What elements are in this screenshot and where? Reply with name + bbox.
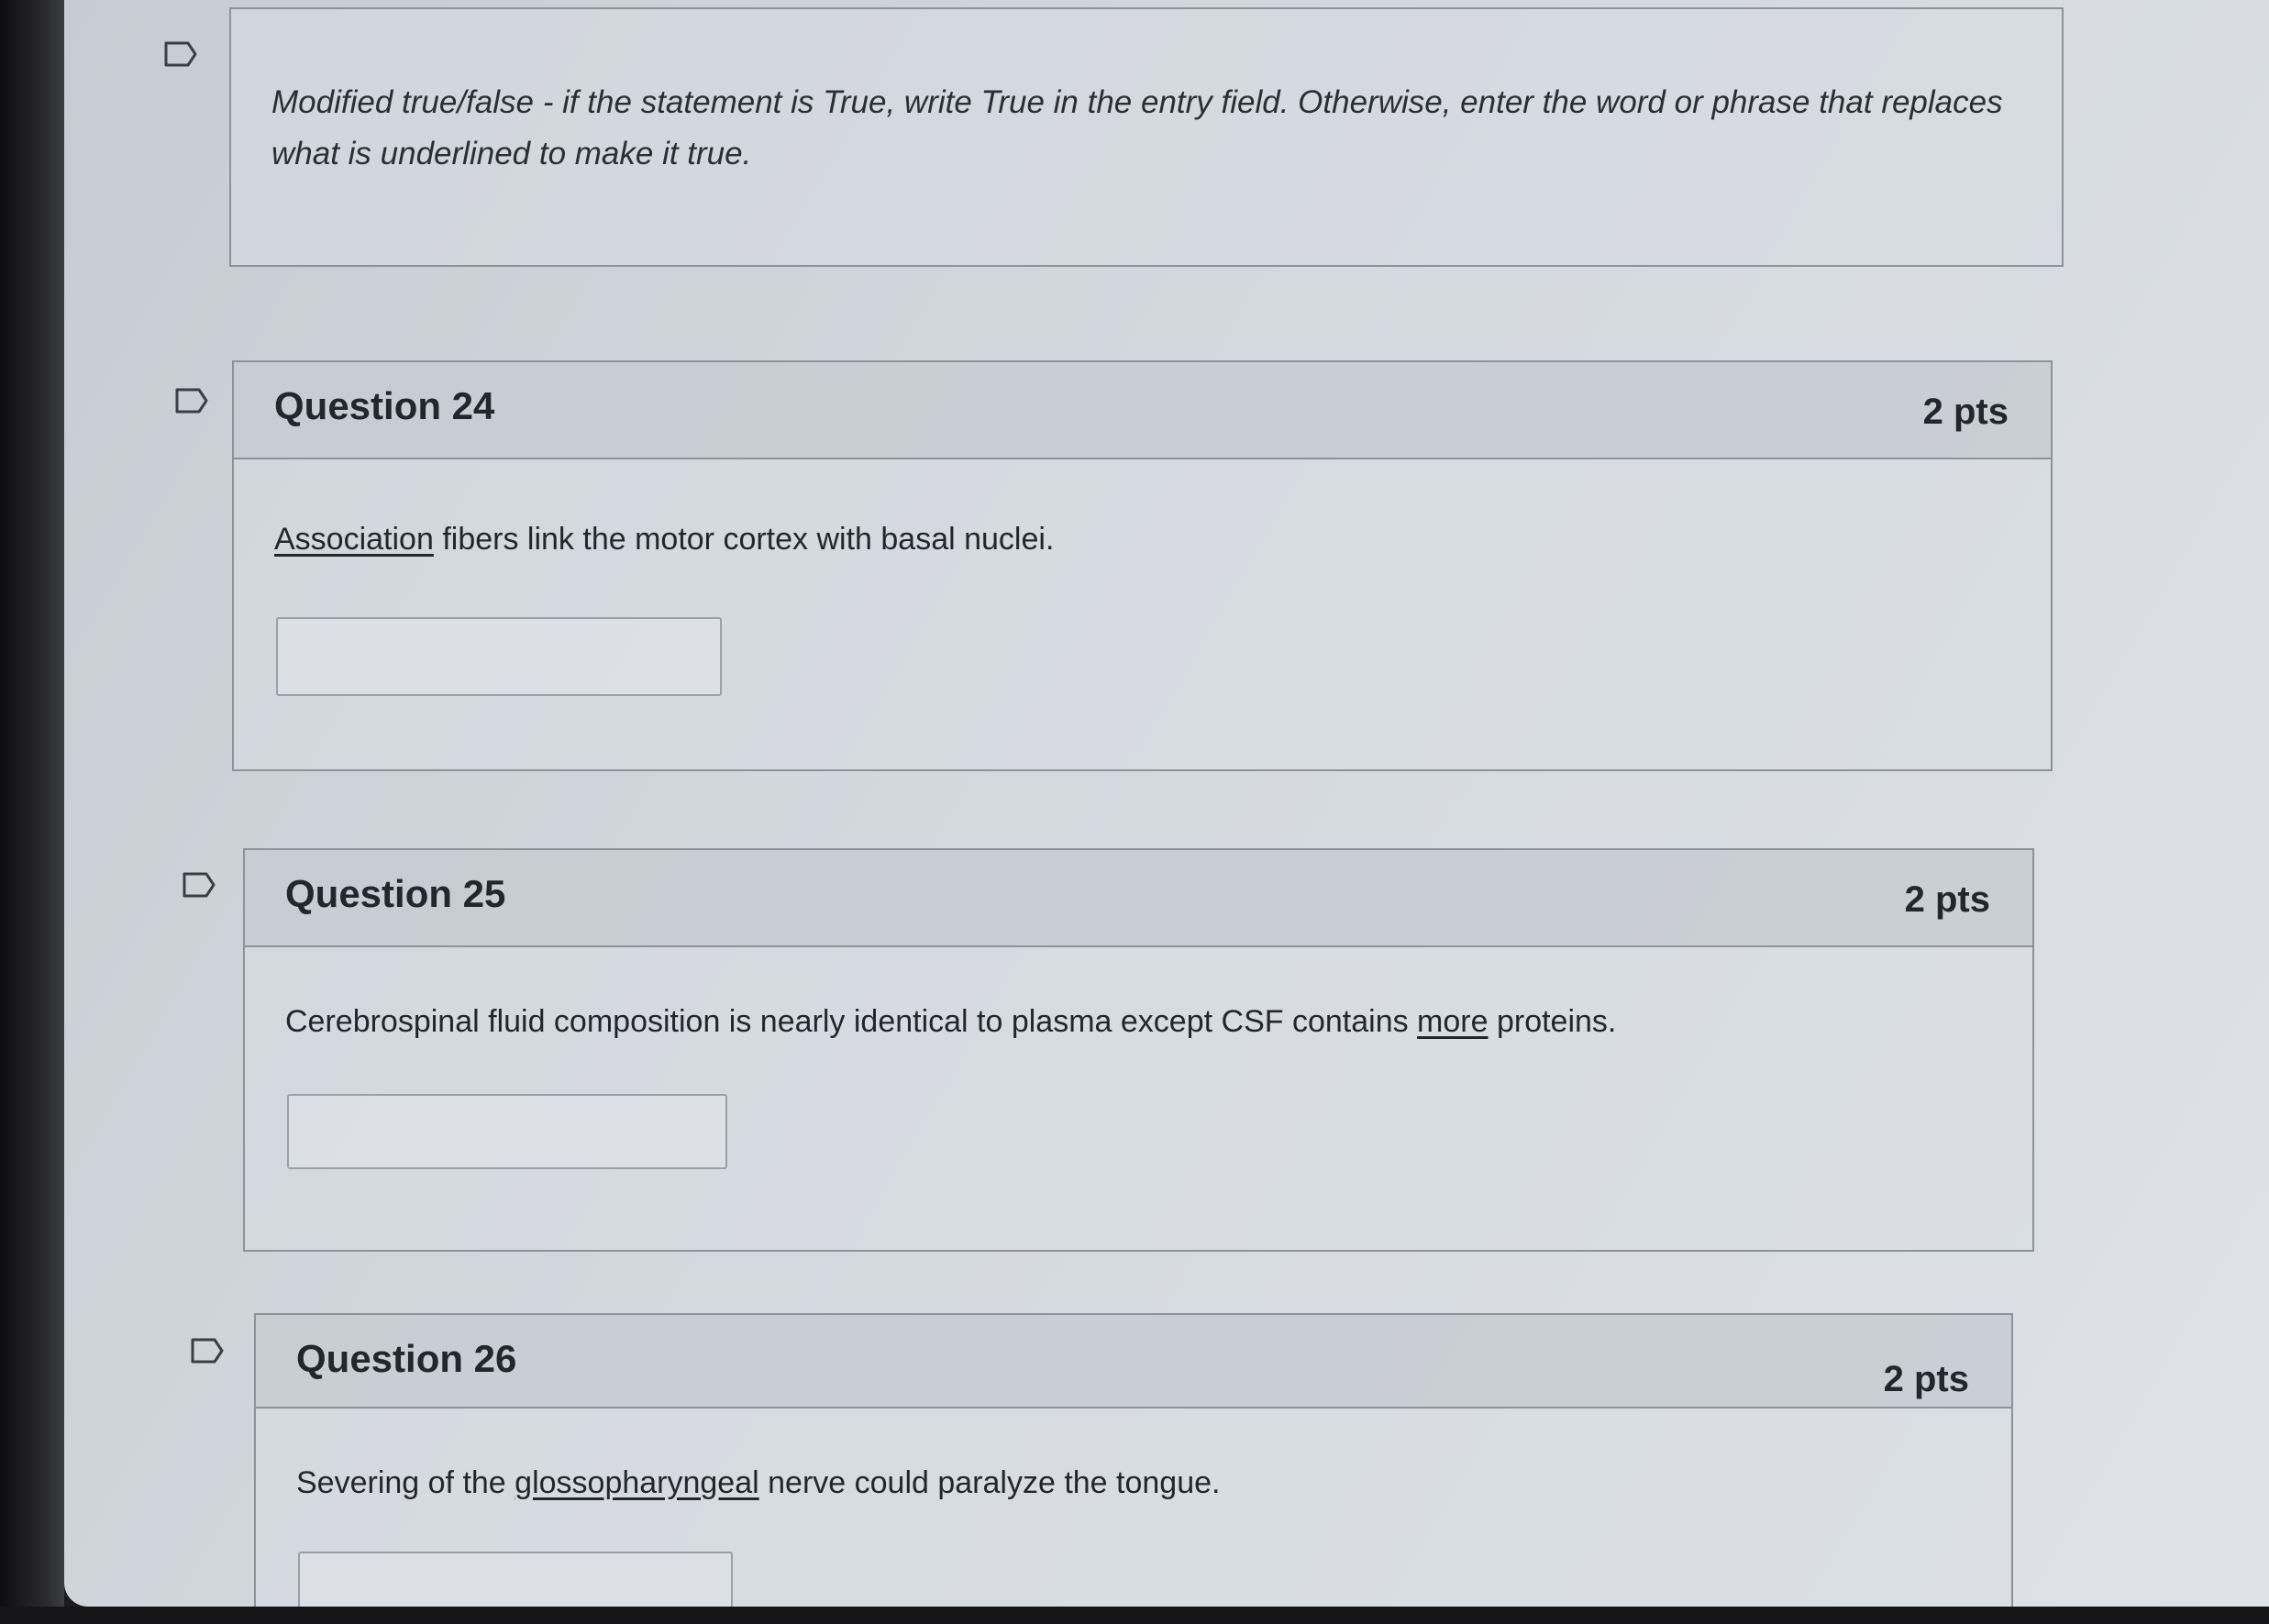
question-title: Question 25 <box>285 872 506 915</box>
statement-text: fibers link the motor cortex with basal … <box>433 522 1055 557</box>
statement-text: nerve could paralyze the tongue. <box>758 1465 1221 1500</box>
statement-text: Cerebrospinal fluid composition is nearl… <box>285 1004 1418 1039</box>
question-statement: Association fibers link the motor cortex… <box>274 522 1054 558</box>
question-header: Question 26 2 pts <box>256 1315 2011 1409</box>
device-bezel <box>0 0 64 1624</box>
question-card: Question 25 2 pts Cerebrospinal fluid co… <box>243 848 2034 1252</box>
question-statement: Cerebrospinal fluid composition is nearl… <box>285 1004 1616 1040</box>
question-title: Question 24 <box>274 384 495 427</box>
flag-question-icon[interactable] <box>182 871 216 899</box>
flag-question-icon[interactable] <box>190 1337 225 1364</box>
answer-input[interactable] <box>287 1094 727 1169</box>
question-header: Question 24 2 pts <box>234 362 2051 459</box>
underlined-term: Association <box>274 522 434 557</box>
question-points: 2 pts <box>1883 1359 1969 1399</box>
question-card: Question 26 2 pts Severing of the glosso… <box>254 1313 2013 1607</box>
instructions-text: Modified true/false - if the statement i… <box>271 84 2003 171</box>
question-points: 2 pts <box>1922 392 2009 432</box>
question-header: Question 25 2 pts <box>245 850 2032 947</box>
device-bottom-edge <box>0 1607 2269 1624</box>
answer-input[interactable] <box>276 617 722 696</box>
question-points: 2 pts <box>1904 879 1990 920</box>
flag-question-icon[interactable] <box>174 387 209 414</box>
statement-text: Severing of the <box>296 1465 515 1500</box>
question-statement: Severing of the glossopharyngeal nerve c… <box>296 1465 1220 1501</box>
quiz-page: Modified true/false - if the statement i… <box>64 0 2269 1607</box>
question-card: Question 24 2 pts Association fibers lin… <box>232 360 2053 771</box>
underlined-term: glossopharyngeal <box>515 1465 759 1500</box>
question-title: Question 26 <box>296 1337 517 1380</box>
statement-text: proteins. <box>1488 1004 1617 1039</box>
flag-question-icon[interactable] <box>163 40 198 68</box>
answer-input[interactable] <box>298 1552 733 1607</box>
underlined-term: more <box>1417 1004 1489 1039</box>
instructions-panel: Modified true/false - if the statement i… <box>229 7 2064 267</box>
